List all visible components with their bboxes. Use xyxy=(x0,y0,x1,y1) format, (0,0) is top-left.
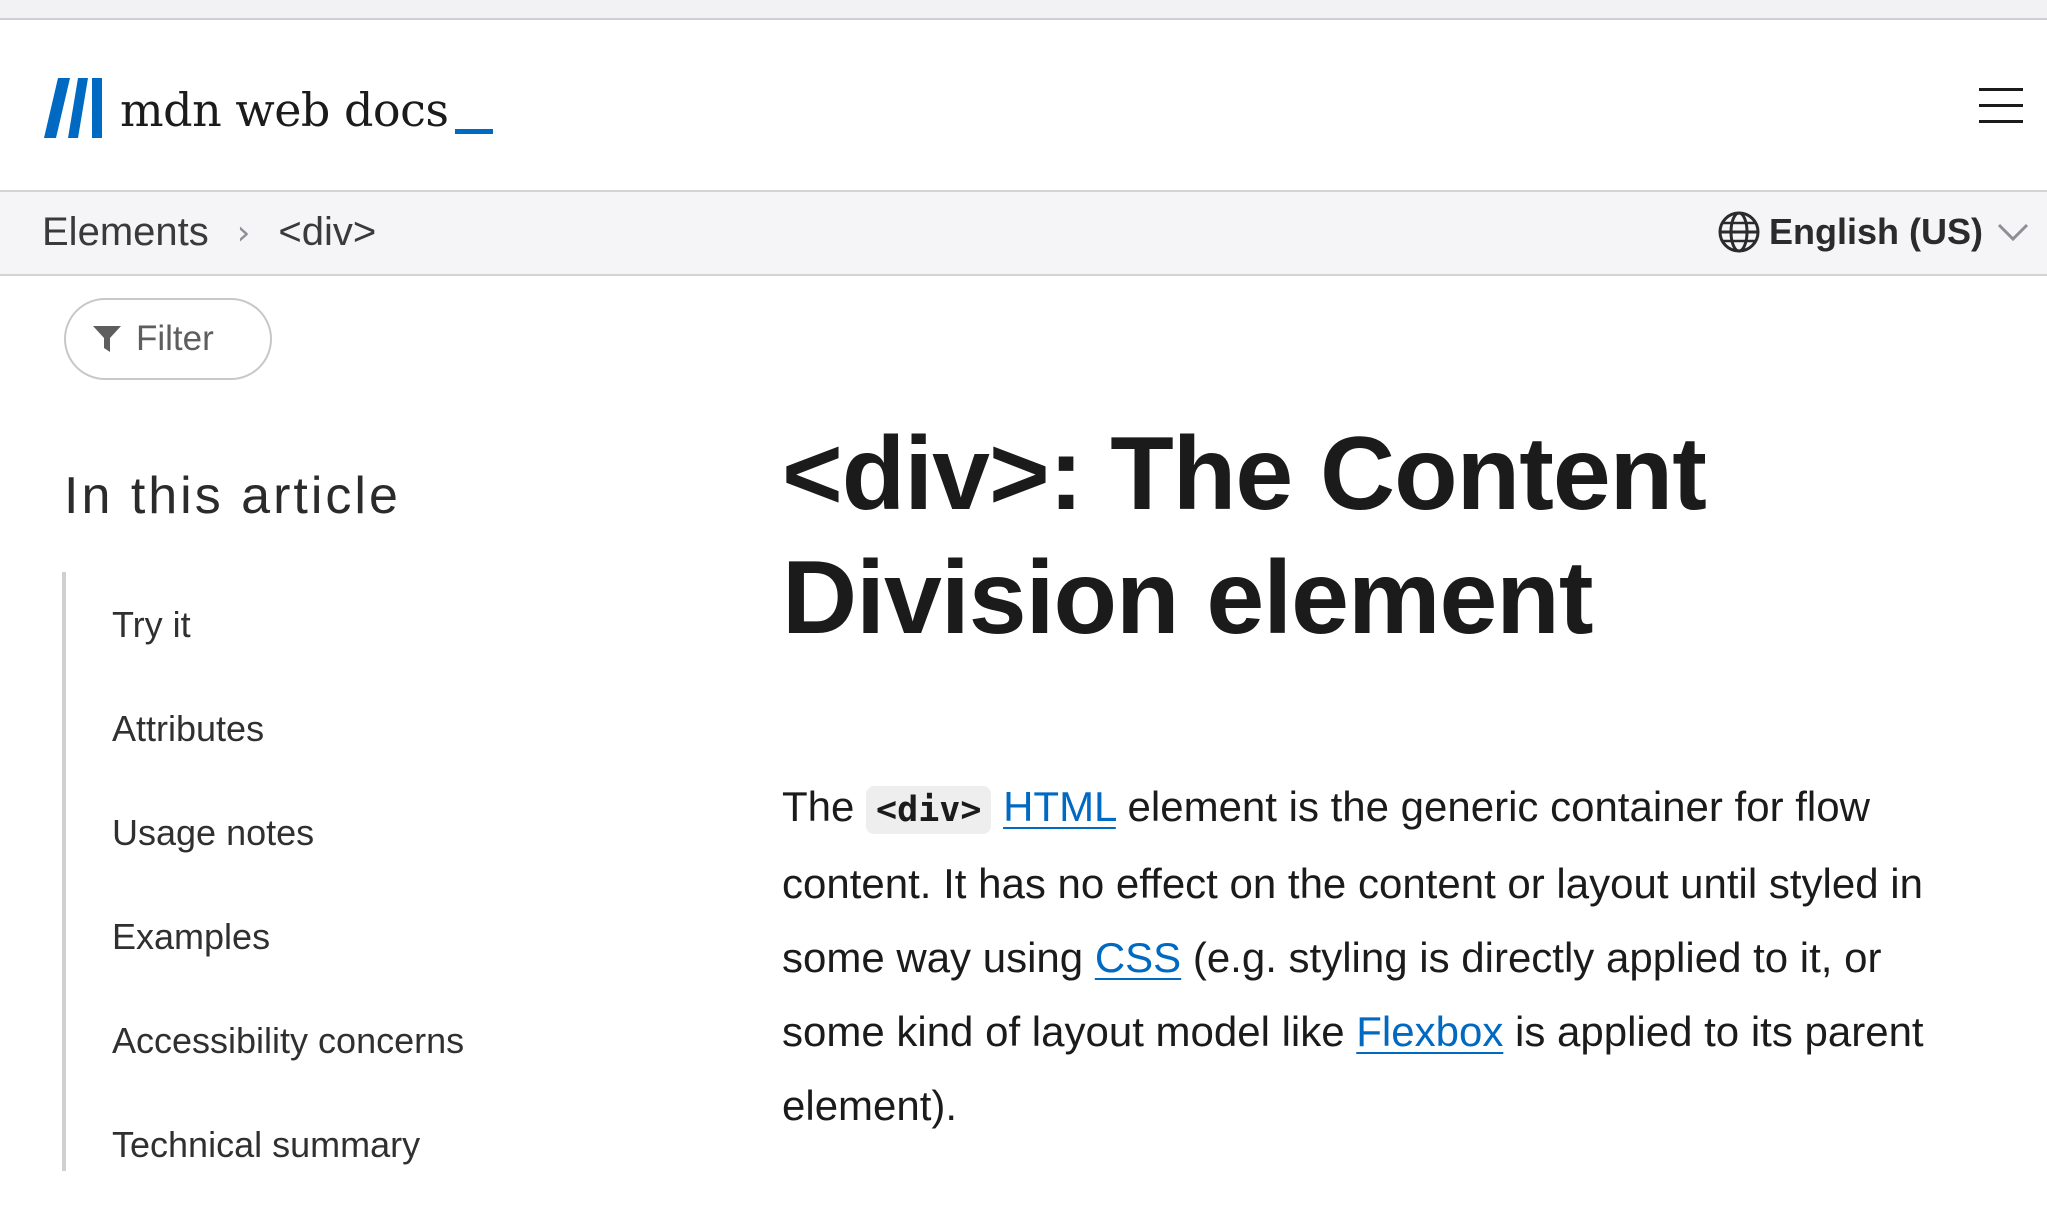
logo-underscore xyxy=(454,129,493,134)
chevron-right-icon: › xyxy=(236,212,251,253)
link-flexbox[interactable]: Flexbox xyxy=(1356,1008,1503,1055)
browser-top-strip xyxy=(0,0,2047,20)
link-css[interactable]: CSS xyxy=(1095,934,1181,981)
toc-rail xyxy=(62,572,66,1171)
toc-item-usage-notes[interactable]: Usage notes xyxy=(112,806,464,910)
intro-text-2 xyxy=(991,783,1003,830)
breadcrumb-bar: Elements › <div> English (US) xyxy=(0,192,2047,276)
link-html[interactable]: HTML xyxy=(1003,783,1116,830)
page-title: <div>: The Content Division element xyxy=(782,416,1707,656)
filter-icon xyxy=(93,326,121,352)
filter-button[interactable]: Filter xyxy=(64,298,272,380)
article: <div>: The Content Division element The … xyxy=(782,412,1992,1143)
mdn-logo[interactable]: mdn web docs xyxy=(42,78,493,138)
toc-item-examples[interactable]: Examples xyxy=(112,910,464,1014)
toc-heading: In this article xyxy=(64,467,401,525)
intro-text-1: The xyxy=(782,783,867,830)
toc-item-accessibility-concerns[interactable]: Accessibility concerns xyxy=(112,1014,464,1118)
toc-item-try-it[interactable]: Try it xyxy=(112,598,464,702)
inline-code-div: <div> xyxy=(866,786,992,834)
toc-list: Try it Attributes Usage notes Examples A… xyxy=(112,598,464,1222)
toc-item-attributes[interactable]: Attributes xyxy=(112,702,464,806)
chevron-down-icon xyxy=(1997,223,2029,242)
globe-icon xyxy=(1718,211,1760,253)
mdn-logo-icon xyxy=(44,78,102,138)
language-switcher[interactable]: English (US) xyxy=(1717,210,2029,254)
breadcrumb-item-div[interactable]: <div> xyxy=(278,210,376,255)
article-intro: The <div> HTML element is the generic co… xyxy=(782,770,1992,1143)
logo-text: mdn web docs xyxy=(120,83,449,137)
toc-item-technical-summary[interactable]: Technical summary xyxy=(112,1118,464,1222)
filter-label: Filter xyxy=(136,319,214,358)
breadcrumb-item-elements[interactable]: Elements xyxy=(42,210,209,255)
language-label: English (US) xyxy=(1769,211,1983,252)
hamburger-menu-icon[interactable] xyxy=(1977,88,2025,128)
site-header: mdn web docs xyxy=(0,20,2047,192)
breadcrumb: Elements › <div> xyxy=(42,210,376,255)
